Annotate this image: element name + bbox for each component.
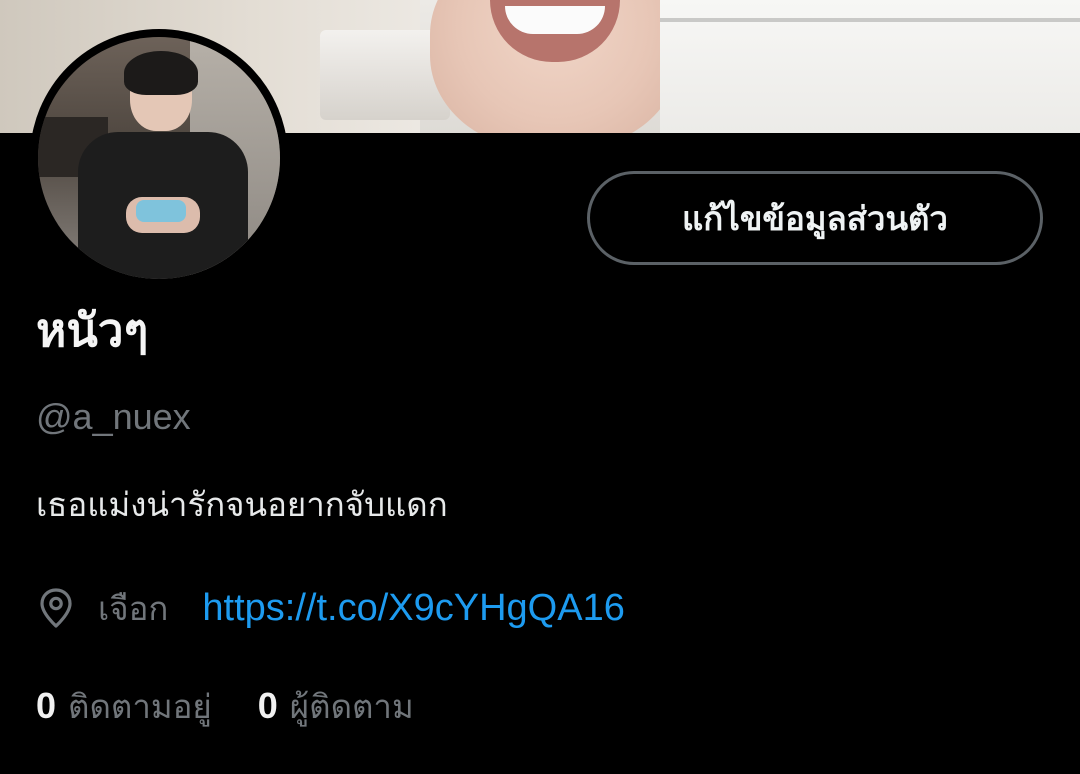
following-stat[interactable]: 0 ติดตามอยู่ [36,680,212,733]
profile-website-link[interactable]: https://t.co/X9cYHgQA16 [202,587,624,630]
avatar[interactable] [30,29,288,287]
banner-shirt-seam [660,18,1080,22]
profile-bio: เธอแม่งน่ารักจนอยากจับแดก [36,485,448,524]
followers-count: 0 [257,684,278,726]
edit-profile-button[interactable]: แก้ไขข้อมูลส่วนตัว [587,171,1043,265]
following-count: 0 [36,684,57,726]
banner-teeth [505,6,605,34]
profile-location: เจือก [98,588,169,628]
avatar-photo [38,37,280,279]
avatar-hair [124,51,198,95]
avatar-phone [136,200,186,222]
followers-label: ผู้ติดตาม [289,686,414,726]
follow-stats: 0 ติดตามอยู่ 0 ผู้ติดตาม [36,678,414,734]
profile-meta-row: เจือก https://t.co/X9cYHgQA16 [36,580,625,636]
display-name: หนัวๆ [36,303,149,357]
user-handle: @a_nuex [36,396,191,437]
map-pin-icon [36,586,76,630]
followers-stat[interactable]: 0 ผู้ติดตาม [258,680,414,733]
following-label: ติดตามอยู่ [68,686,212,726]
